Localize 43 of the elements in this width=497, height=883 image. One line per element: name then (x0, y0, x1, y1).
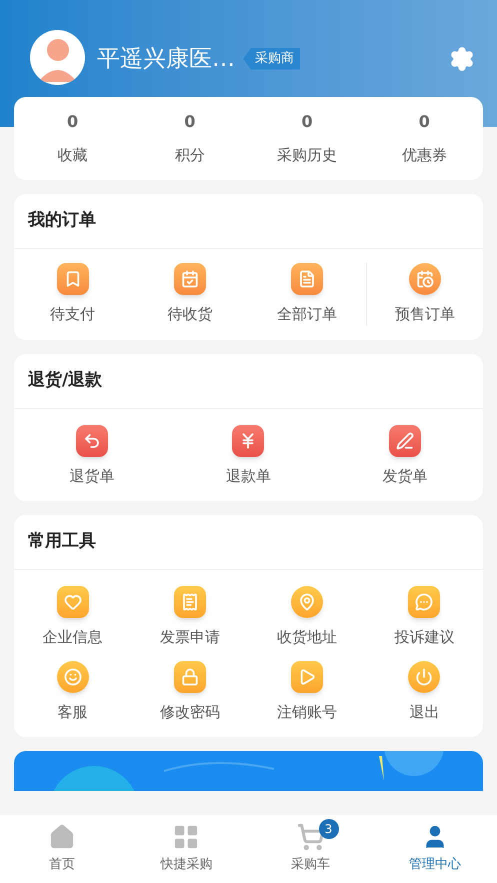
calendar-check-icon (174, 263, 206, 295)
menu-item[interactable]: 退出 (408, 660, 440, 723)
tab-item[interactable]: 快捷采购 (124, 823, 248, 883)
receipt-icon (174, 586, 206, 618)
cart-icon (296, 823, 325, 851)
stat-item[interactable]: 0 积分 (131, 110, 248, 167)
settings-icon[interactable] (449, 46, 475, 72)
document-icon (291, 263, 324, 295)
section-title: 常用工具 (14, 515, 483, 570)
chat-bubble-icon (408, 586, 440, 618)
menu-item[interactable]: 企业信息 (42, 586, 103, 648)
cart-count-badge: 3 (318, 819, 338, 839)
company-name: 平遥兴康医… (97, 45, 235, 74)
power-icon (408, 660, 440, 692)
menu-item[interactable]: 发货单 (382, 424, 428, 487)
lock-icon (174, 660, 206, 692)
play-icon (291, 660, 324, 692)
section-title: 退货/退款 (14, 354, 483, 408)
menu-item[interactable]: 投诉建议 (394, 586, 454, 648)
stat-item[interactable]: 0 收藏 (14, 110, 132, 167)
menu-item[interactable]: 退货单 (70, 424, 115, 487)
menu-item[interactable]: 退款单 (226, 424, 271, 487)
menu-item[interactable]: 注销账号 (277, 660, 338, 723)
calendar-clock-icon (408, 263, 441, 295)
menu-item[interactable]: 发票申请 (160, 586, 220, 648)
section-title: 我的订单 (14, 194, 483, 249)
tab-item[interactable]: 管理中心 (372, 823, 497, 883)
menu-item[interactable]: 收货地址 (277, 586, 338, 648)
menu-item[interactable]: 客服 (56, 660, 89, 723)
smile-bubble-icon (56, 660, 89, 692)
bookmark-icon (56, 263, 89, 295)
menu-item[interactable]: 全部订单 (277, 263, 338, 326)
menu-item[interactable]: 修改密码 (160, 660, 220, 723)
role-tag: 采购商 (243, 48, 300, 70)
stat-item[interactable]: 0 优惠券 (366, 110, 483, 167)
tab-item[interactable]: 首页 (0, 823, 124, 883)
menu-item[interactable]: 待支付 (50, 263, 96, 326)
stat-item[interactable]: 0 采购历史 (248, 110, 366, 167)
location-pin-icon (291, 586, 324, 618)
menu-item[interactable]: 待收货 (167, 263, 212, 326)
menu-item[interactable]: 预售订单 (394, 263, 455, 326)
pen-note-icon (388, 424, 421, 456)
return-arrow-icon (76, 424, 108, 456)
